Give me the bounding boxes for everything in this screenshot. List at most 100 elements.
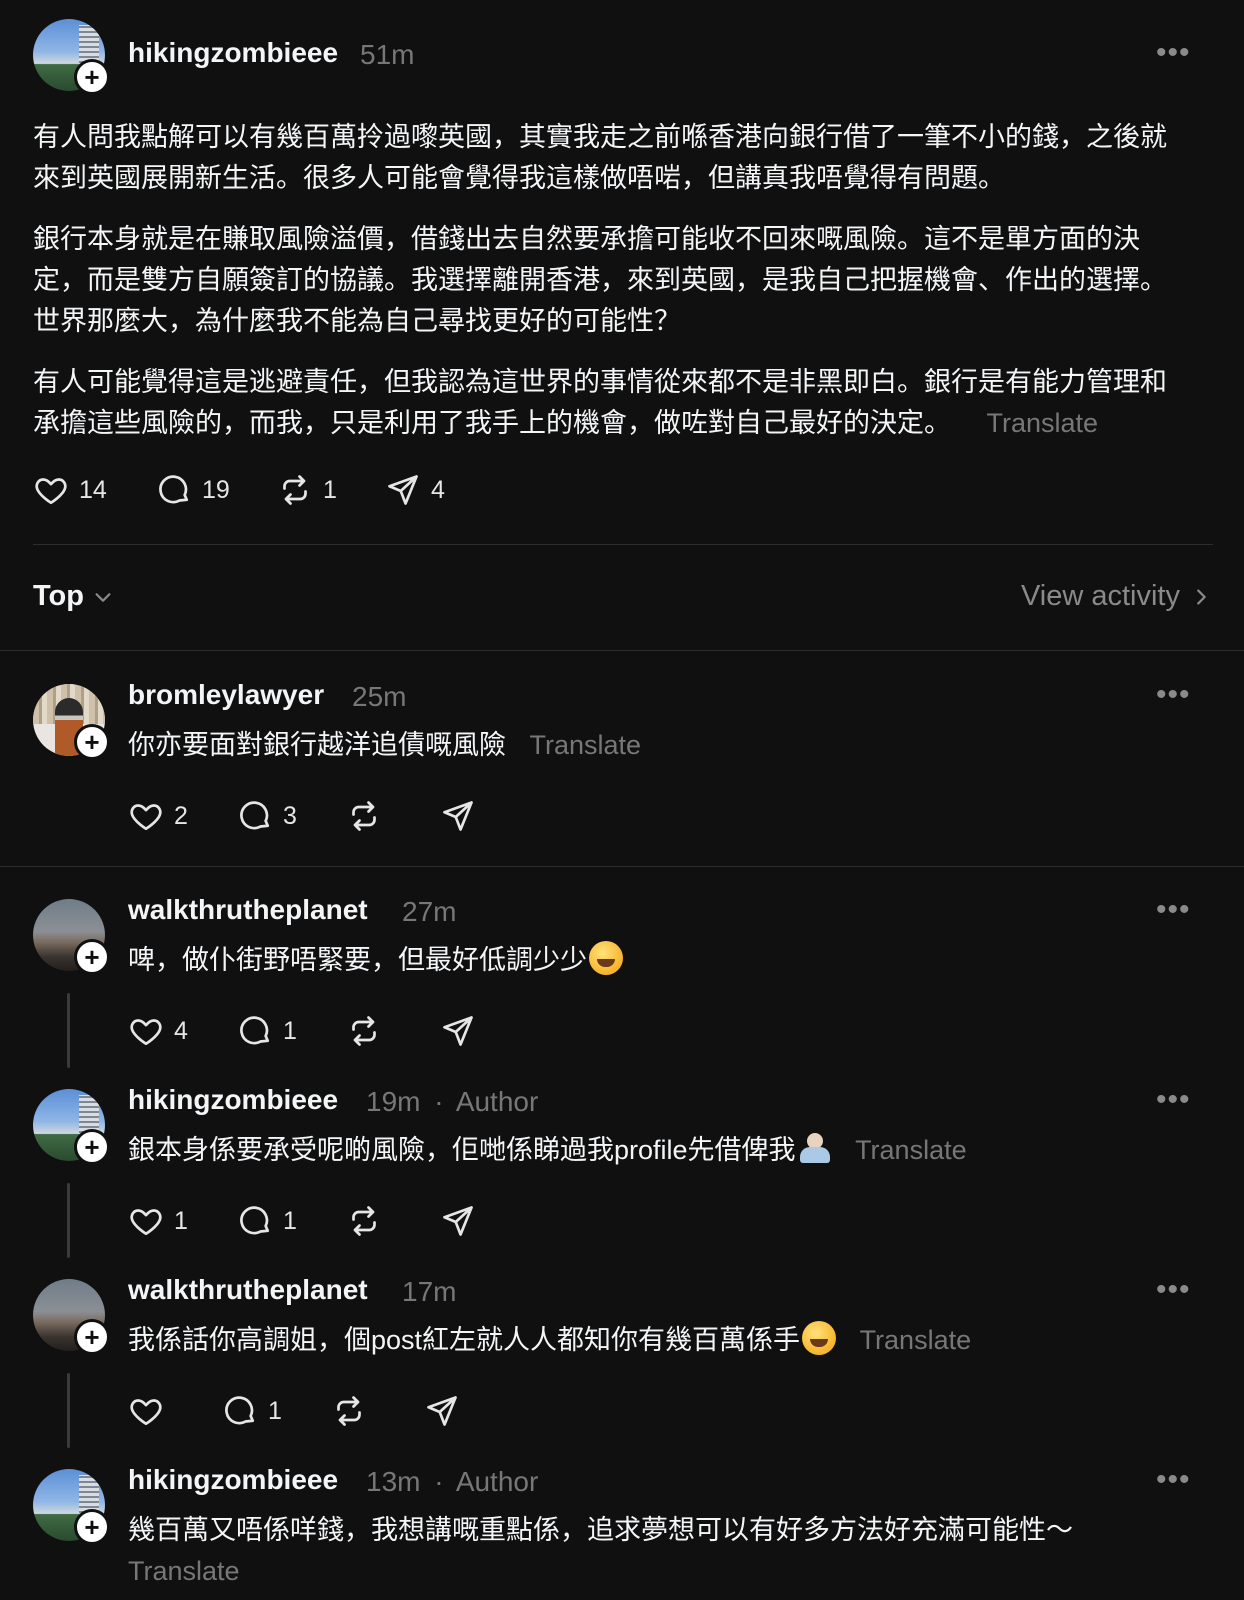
reply-username[interactable]: hikingzombieee — [128, 1084, 338, 1116]
divider — [0, 866, 1244, 867]
reply-username[interactable]: walkthrutheplanet — [128, 1274, 368, 1306]
translate-link[interactable]: Translate — [530, 730, 642, 760]
like-button[interactable]: 1 — [128, 1203, 188, 1239]
share-button[interactable] — [440, 1203, 476, 1239]
reply-time: 19m — [366, 1086, 421, 1117]
more-icon[interactable]: ••• — [1156, 36, 1191, 70]
reply-text-line: 我係話你高調姐，個post紅左就人人都知你有幾百萬係手 Translate — [128, 1320, 971, 1361]
like-count: 4 — [174, 1016, 188, 1045]
like-count: 2 — [174, 801, 188, 830]
repost-icon — [346, 1203, 382, 1239]
plus-icon[interactable]: + — [74, 939, 110, 975]
comment-count: 1 — [283, 1016, 297, 1045]
repost-icon — [346, 798, 382, 834]
translate-link[interactable]: Translate — [987, 408, 1099, 438]
repost-button[interactable] — [331, 1393, 367, 1429]
plus-icon[interactable]: + — [74, 1129, 110, 1165]
heart-icon — [128, 1013, 164, 1049]
like-button[interactable]: 4 — [128, 1013, 188, 1049]
plus-icon[interactable]: + — [74, 1509, 110, 1545]
repost-button[interactable] — [346, 798, 382, 834]
reply-time-meta: 13m · Author — [366, 1466, 538, 1498]
comment-button[interactable]: 3 — [237, 798, 297, 834]
shrug-emoji-icon — [798, 1131, 832, 1165]
share-button[interactable] — [440, 798, 476, 834]
rofl-emoji-icon — [589, 941, 623, 975]
more-icon[interactable]: ••• — [1156, 678, 1191, 712]
divider — [33, 544, 1213, 545]
share-button[interactable] — [424, 1393, 460, 1429]
heart-icon — [128, 1203, 164, 1239]
translate-link[interactable]: Translate — [860, 1325, 972, 1355]
reply-time-meta: 19m · Author — [366, 1086, 538, 1118]
plus-icon[interactable]: + — [74, 1319, 110, 1355]
post-username[interactable]: hikingzombieee — [128, 37, 338, 69]
comment-icon — [222, 1393, 258, 1429]
share-icon — [424, 1393, 460, 1429]
like-button[interactable] — [128, 1393, 164, 1429]
reply-time: 13m — [366, 1466, 421, 1497]
translate-link[interactable]: Translate — [128, 1551, 240, 1592]
separator: · — [434, 1086, 444, 1117]
share-icon — [385, 472, 421, 508]
comment-icon — [156, 472, 192, 508]
reply-text: 銀本身係要承受呢啲風險，佢哋係睇過我profile先借俾我 — [128, 1135, 796, 1165]
repost-button[interactable]: 1 — [277, 472, 337, 508]
repost-button[interactable] — [346, 1203, 382, 1239]
share-button[interactable] — [440, 1013, 476, 1049]
sort-dropdown[interactable]: Top — [33, 580, 114, 613]
comment-count: 19 — [202, 475, 230, 504]
reply-username[interactable]: walkthrutheplanet — [128, 894, 368, 926]
heart-icon — [128, 1393, 164, 1429]
reply-time: 27m — [402, 896, 457, 927]
repost-icon — [277, 472, 313, 508]
comment-icon — [237, 1203, 273, 1239]
reply-text: 啤，做仆街野唔緊要，但最好低調少少 — [128, 945, 587, 975]
like-button[interactable]: 14 — [33, 472, 107, 508]
more-icon[interactable]: ••• — [1156, 1273, 1191, 1307]
comment-count: 1 — [283, 1206, 297, 1235]
heart-icon — [33, 472, 69, 508]
post-paragraph-3: 有人可能覺得這是逃避責任，但我認為這世界的事情從來都不是非黑即白。銀行是有能力管… — [33, 362, 1193, 444]
like-count: 14 — [79, 475, 107, 504]
reply-time: 17m — [402, 1276, 457, 1307]
repost-icon — [331, 1393, 367, 1429]
like-button[interactable]: 2 — [128, 798, 188, 834]
separator: · — [434, 1466, 444, 1497]
chevron-right-icon — [1197, 588, 1206, 605]
view-activity-link[interactable]: View activity — [1021, 580, 1212, 613]
divider — [0, 650, 1244, 651]
repost-icon — [346, 1013, 382, 1049]
reply-text: 幾百萬又唔係咩錢，我想講嘅重點係，追求夢想可以有好多方法好充滿可能性～ — [128, 1515, 1073, 1545]
comment-button[interactable]: 1 — [237, 1203, 297, 1239]
view-activity-label: View activity — [1020, 580, 1180, 612]
reply-username[interactable]: bromleylawyer — [128, 679, 324, 711]
thread-line — [67, 1373, 70, 1448]
comment-button[interactable]: 19 — [156, 472, 230, 508]
plus-icon[interactable]: + — [74, 59, 110, 95]
like-count: 1 — [174, 1206, 188, 1235]
post-time: 51m — [360, 39, 415, 70]
more-icon[interactable]: ••• — [1156, 1463, 1191, 1497]
more-icon[interactable]: ••• — [1156, 893, 1191, 927]
share-count: 4 — [431, 475, 445, 504]
translate-link[interactable]: Translate — [855, 1135, 967, 1165]
comment-button[interactable]: 1 — [222, 1393, 282, 1429]
comment-button[interactable]: 1 — [237, 1013, 297, 1049]
sort-label: Top — [33, 580, 84, 612]
post-paragraph-1: 有人問我點解可以有幾百萬拎過嚟英國，其實我走之前喺香港向銀行借了一筆不小的錢，之… — [33, 122, 1167, 193]
rofl-emoji-icon — [802, 1321, 837, 1355]
share-button[interactable]: 4 — [385, 472, 445, 508]
reply-time: 25m — [352, 681, 407, 712]
reply-text: 我係話你高調姐，個post紅左就人人都知你有幾百萬係手 — [128, 1325, 801, 1355]
repost-count: 1 — [323, 475, 337, 504]
post-paragraph-2: 銀行本身就是在賺取風險溢價，借錢出去自然要承擔可能收不回來嘅風險。這不是單方面的… — [33, 224, 1167, 336]
repost-button[interactable] — [346, 1013, 382, 1049]
reply-text-line: 你亦要面對銀行越洋追債嘅風險 Translate — [128, 725, 641, 766]
plus-icon[interactable]: + — [74, 724, 110, 760]
more-icon[interactable]: ••• — [1156, 1083, 1191, 1117]
thread-line — [67, 1183, 70, 1258]
reply-username[interactable]: hikingzombieee — [128, 1464, 338, 1496]
share-icon — [440, 798, 476, 834]
reply-text-line: 啤，做仆街野唔緊要，但最好低調少少 — [128, 940, 623, 981]
